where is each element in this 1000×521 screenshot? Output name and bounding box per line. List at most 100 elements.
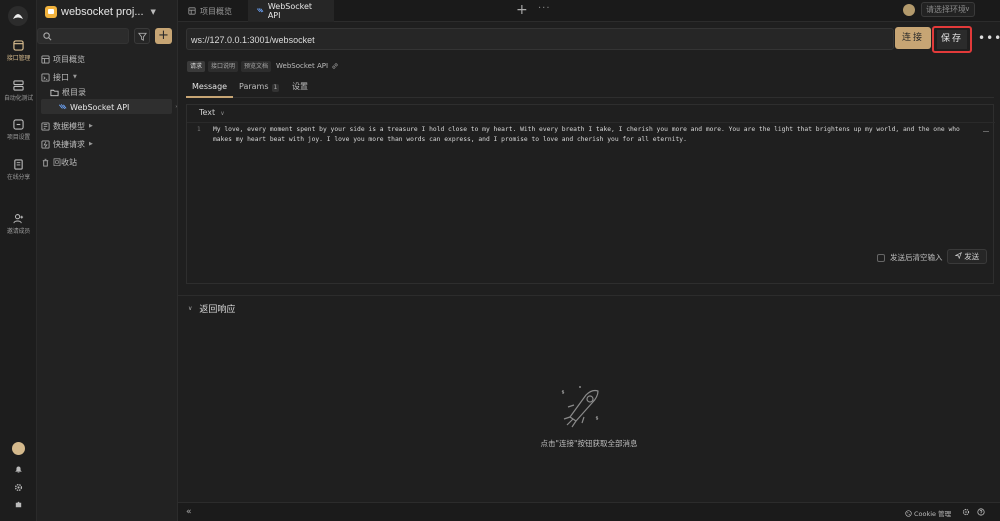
collapse-sidebar-icon[interactable]: « [186,507,192,517]
message-subtabs: Message Params 1 设置 [186,79,994,98]
tree-item-trash[interactable]: 回收站 [41,155,77,169]
rail-item-invite-member[interactable]: 邀请成员 [0,213,37,235]
rail-item-online-share[interactable]: 在线分享 [0,159,37,181]
project-name: websocket proj... [61,6,144,18]
rail-item-project-settings[interactable]: 项目设置 [0,119,37,141]
checkbox-box[interactable] [877,253,885,262]
tree-search[interactable] [37,28,129,44]
tag-preview-doc[interactable]: 预览文档 [241,60,272,72]
tree-item-websocket-api[interactable]: WebSocket API › [58,100,177,114]
invite-member-icon [13,214,24,224]
message-content[interactable]: My love, every moment spent by your side… [213,125,973,144]
tree-item-label: 项目概览 [53,54,85,64]
help-icon[interactable] [977,508,985,516]
rail-item-label: 项目设置 [6,134,31,141]
message-editor: Text ∨ 1 My love, every moment spent by y… [186,104,995,284]
filter-icon [138,32,147,41]
caret-down-icon: ▼ [150,8,156,16]
editor-body[interactable]: 1 My love, every moment spent by your si… [187,122,995,240]
response-header[interactable]: ∨ 返回响应 [188,302,235,315]
new-tab-button[interactable]: + [516,2,528,18]
caret-right-icon: ▶ [89,141,93,147]
tab-params[interactable]: Params 1 [233,79,285,98]
more-menu-button[interactable]: ••• [978,31,1000,45]
gear-icon [14,483,23,492]
settings-icon[interactable] [962,508,970,516]
send-icon [954,251,962,260]
quick-request-icon [41,139,50,149]
checkbox-label: 发送后清空输入 [890,253,943,262]
project-settings-icon [13,119,24,130]
websocket-icon [59,103,67,109]
rail-item-label: 在线分享 [6,174,31,181]
user-avatar[interactable] [0,442,37,455]
plugin-button[interactable] [0,500,37,511]
line-number: 1 [197,126,201,133]
tab-message[interactable]: Message [186,79,234,98]
status-bar: « Cookie 管理 [178,502,1000,521]
tab-websocket-api[interactable]: WebSocket API [248,0,334,22]
save-button-highlight: 保存 [932,26,972,53]
api-folder-icon [41,72,50,82]
app-logo-icon[interactable] [8,6,28,26]
rail-item-automation-test[interactable]: 自动化测试 [0,80,37,102]
caret-right-icon: ▶ [89,123,93,129]
environment-select[interactable]: 请选择环境 ∨ [921,2,975,17]
tab-settings[interactable]: 设置 [286,79,314,98]
rail-item-label: 邀请成员 [6,228,31,235]
connect-button[interactable]: 连接 [895,27,931,49]
cookie-label: Cookie 管理 [914,510,952,518]
automation-test-icon [13,80,24,91]
icon-rail: 接口管理 自动化测试 项目设置 在线分享 邀请成员 [0,0,37,521]
environment-icon[interactable] [903,4,915,16]
url-input[interactable] [191,33,881,46]
rail-item-label: 接口管理 [6,55,31,62]
send-button[interactable]: 发送 [947,249,987,264]
tab-label: Params [239,82,269,91]
tree-item-api[interactable]: 接口 ▼ [41,70,77,84]
bell-icon [15,466,22,473]
save-button[interactable]: 保存 [937,30,967,49]
search-icon [43,32,52,41]
project-switcher[interactable]: websocket proj... ▼ [45,4,156,20]
tree-item-quick-request[interactable]: 快捷请求 ▶ [41,137,93,151]
online-share-icon [14,159,23,170]
api-management-icon [13,40,24,51]
tab-label: Message [192,82,228,91]
link-icon[interactable] [331,62,339,70]
add-button[interactable]: + [155,28,172,44]
tree-item-label: WebSocket API [70,102,130,112]
tree-item-overview[interactable]: 项目概览 [41,52,85,66]
tree-item-data-model[interactable]: 数据模型 ▶ [41,119,93,133]
tab-label: 设置 [292,82,308,91]
filter-button[interactable] [134,28,150,44]
tree-item-root-folder[interactable]: 根目录 [50,85,86,99]
tag-request[interactable]: 请求 [187,60,206,72]
cookie-icon [905,509,912,517]
url-field[interactable] [186,28,894,50]
search-input[interactable] [54,30,126,42]
params-count-badge: 1 [271,84,280,92]
tab-more-button[interactable]: ··· [538,3,551,14]
empty-state-text: 点击"连接"按钮获取全部消息 [540,439,638,448]
rail-item-api-management[interactable]: 接口管理 [0,40,37,62]
tree-item-label: 接口 [53,72,69,82]
clear-after-send-checkbox[interactable]: 发送后清空输入 [877,252,943,263]
data-model-icon [41,121,50,131]
tree-item-label: 回收站 [53,157,77,167]
send-label: 发送 [964,252,980,261]
mode-label: Text [199,108,216,117]
tag-api-description[interactable]: 接口说明 [208,60,239,72]
tab-overview[interactable]: 项目概览 [180,0,246,22]
main-panel: 连接 保存 ••• 请求 接口说明 预览文档 WebSocket API Mes… [178,22,1000,521]
api-title: WebSocket API [276,62,329,70]
caret-down-icon: ▼ [73,74,77,80]
settings-button[interactable] [0,483,37,494]
text-mode-select[interactable]: Text ∨ [199,108,225,117]
cookie-manager-button[interactable]: Cookie 管理 [905,508,951,518]
chevron-down-icon: ∨ [188,305,193,312]
trash-icon [42,158,49,167]
tab-bar: 项目概览 WebSocket API + ··· [178,0,1000,22]
notification-button[interactable] [0,465,37,476]
tree-item-label: 根目录 [62,87,86,97]
